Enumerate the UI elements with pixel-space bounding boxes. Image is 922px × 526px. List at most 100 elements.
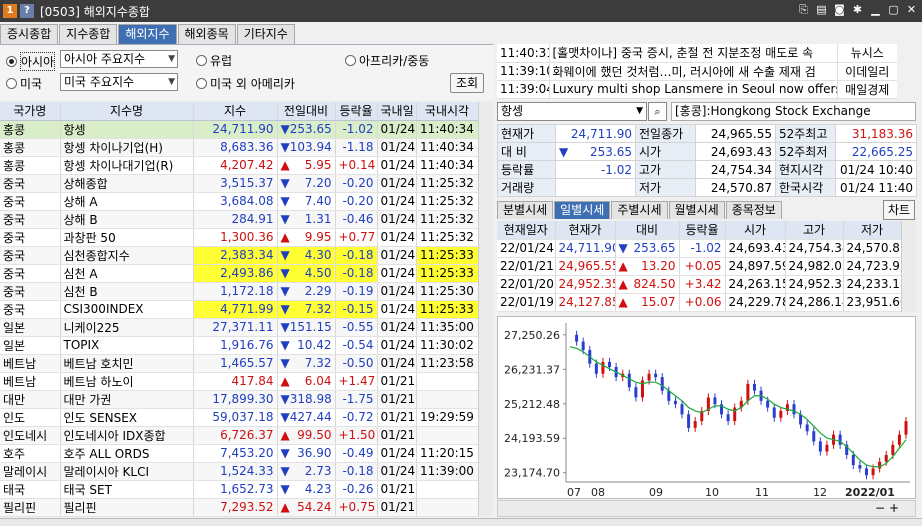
high-cell: 24,982.03 (785, 257, 844, 276)
column-header[interactable]: 대비 (615, 221, 680, 240)
settings-icon[interactable]: ✱ (851, 3, 864, 16)
zoom-in-icon[interactable]: + (889, 501, 899, 515)
column-header[interactable]: 현재가 (555, 221, 616, 240)
y-tick-label: 26,231.37 (504, 363, 560, 376)
camera-icon[interactable]: ◙ (833, 3, 846, 16)
change-value: 4.23 (304, 482, 332, 496)
table-row[interactable]: 인도 인도 SENSEX 59,037.18 ▼ 427.44 -0.72 01/21 19:… (0, 408, 479, 427)
column-header[interactable]: 전일대비 (277, 102, 336, 121)
zoom-out-icon[interactable]: − (875, 501, 885, 515)
table-row[interactable]: 대만 대만 가권 17,899.30 ▼ 318.98 -1.75 01/21 (0, 390, 479, 409)
date-cell: 01/24 (377, 120, 417, 139)
radio-us-other[interactable]: 미국 외 아메리카 (196, 75, 295, 92)
us-index-select[interactable]: 미국 주요지수 ▼ (60, 73, 178, 91)
table-row[interactable]: 홍콩 항셍 차이나대기업(R) 4,207.42 ▲ 5.95 +0.14 01/24 11:… (0, 156, 479, 175)
close-icon[interactable]: ✕ (905, 3, 918, 16)
table-row[interactable]: 22/01/21 24,965.55 ▲ 13.20 +0.05 24,897.59 24,… (497, 257, 902, 276)
quote-value: 31,183.36 (835, 124, 917, 143)
table-row[interactable]: 중국 상해종합 3,515.37 ▼ 7.20 -0.20 01/24 11:25:32 (0, 174, 479, 193)
table-row[interactable]: 일본 TOPIX 1,916.76 ▼ 10.42 -0.54 01/24 11:30:02 (0, 336, 479, 355)
column-header[interactable]: 시가 (725, 221, 786, 240)
help-icon[interactable]: ? (20, 4, 34, 18)
quote-value: 22,665.25 (835, 142, 917, 161)
table-row[interactable]: 인도네시 인도네시아 IDX종합 6,726.37 ▲ 99.50 +1.50 01/21 (0, 426, 479, 445)
table-row[interactable]: 22/01/19 24,127.85 ▲ 15.07 +0.06 24,229.78 24,… (497, 293, 902, 312)
tab-market-summary[interactable]: 증시종합 (0, 24, 59, 44)
tab-daily[interactable]: 일별시세 (554, 201, 611, 219)
index-name-cell: 인도 SENSEX (60, 408, 194, 427)
memo-icon[interactable]: ▤ (815, 3, 828, 16)
tab-overseas-index[interactable]: 해외지수 (118, 24, 177, 44)
column-header[interactable]: 등락율 (679, 221, 726, 240)
column-header[interactable]: 지수 (193, 102, 278, 121)
column-header[interactable]: 등락율 (335, 102, 378, 121)
column-header[interactable]: 국내시각 (416, 102, 479, 121)
asia-index-select[interactable]: 아시아 주요지수 ▼ (60, 50, 178, 68)
table-row[interactable]: 호주 호주 ALL ORDS 7,453.20 ▼ 36.90 -0.49 01/24 11:… (0, 444, 479, 463)
query-button[interactable]: 조회 (450, 73, 484, 93)
tab-minute[interactable]: 분별시세 (497, 201, 554, 219)
table-row[interactable]: 중국 심천 A 2,493.86 ▼ 4.50 -0.18 01/24 11:25:33 (0, 264, 479, 283)
table-row[interactable]: 말레이시 말레이시아 KLCI 1,524.33 ▼ 2.73 -0.18 01/24 11:… (0, 462, 479, 481)
symbol-search-input[interactable]: 항셍 ▼ (497, 102, 647, 121)
chevron-down-icon[interactable]: ▼ (636, 103, 643, 120)
arrow-down-icon: ▼ (280, 392, 290, 406)
index-name-cell: 항셍 차이나대기업(R) (60, 156, 194, 175)
table-row[interactable]: 홍콩 항셍 24,711.90 ▼ 253.65 -1.02 01/24 11:40:34 (0, 120, 479, 139)
table-row[interactable]: 22/01/24 24,711.90 ▼ 253.65 -1.02 24,693.43 24… (497, 239, 902, 258)
table-row[interactable]: 22/01/20 24,952.35 ▲ 824.50 +3.42 24,263.15 24… (497, 275, 902, 294)
news-source: 뉴시스 (836, 44, 897, 63)
radio-africa-mideast[interactable]: 아프리카/중동 (345, 52, 429, 69)
radio-asia-indicator[interactable] (6, 56, 17, 67)
news-item[interactable]: 11:39:04 Luxury multi shop Lansmere in Se… (497, 80, 897, 99)
news-item[interactable]: 11:39:10 화웨이에 했던 것처럼…미, 러시아에 새 수출 제재 검 이데일… (497, 62, 897, 81)
minimize-icon[interactable]: ▁ (869, 3, 882, 16)
tab-overseas-stock[interactable]: 해외종목 (177, 24, 236, 44)
table-row[interactable]: 베트남 베트남 하노이 417.84 ▲ 6.04 +1.47 01/21 (0, 372, 479, 391)
table-scrollbar[interactable] (478, 102, 493, 516)
news-title[interactable]: Luxury multi shop Lansmere in Seoul now … (549, 80, 837, 99)
column-header[interactable]: 저가 (843, 221, 902, 240)
news-title[interactable]: 화웨이에 했던 것처럼…미, 러시아에 새 수출 제재 검 (549, 62, 837, 81)
chart-button[interactable]: 차트 (883, 200, 915, 220)
table-row[interactable]: 중국 상해 A 3,684.08 ▼ 7.40 -0.20 01/24 11:25:32 (0, 192, 479, 211)
radio-us[interactable]: 미국 (6, 75, 42, 92)
search-icon[interactable]: ⌕ (648, 102, 667, 121)
table-row[interactable]: 중국 과창판 50 1,300.36 ▲ 9.95 +0.77 01/24 11:25:32 (0, 228, 479, 247)
price-chart[interactable]: 27,250.26 26,231.37 25,212.48 24,193.59 23,1… (497, 316, 916, 499)
table-row[interactable]: 태국 태국 SET 1,652.73 ▼ 4.23 -0.26 01/21 (0, 480, 479, 499)
date-cell: 01/24 (377, 138, 417, 157)
table-row[interactable]: 중국 상해 B 284.91 ▼ 1.31 -0.46 01/24 11:25:32 (0, 210, 479, 229)
y-tick-label: 24,193.59 (504, 432, 560, 445)
column-header[interactable]: 고가 (785, 221, 844, 240)
table-row[interactable]: 중국 심천종합지수 2,383.34 ▼ 4.30 -0.18 01/24 11:25:33 (0, 246, 479, 265)
column-header[interactable]: 지수명 (60, 102, 194, 121)
tab-monthly[interactable]: 월별시세 (668, 201, 725, 219)
maximize-icon[interactable]: ▢ (887, 3, 900, 16)
tab-weekly[interactable]: 주별시세 (611, 201, 668, 219)
chart-scrollbar[interactable]: − + (497, 500, 916, 517)
column-header[interactable]: 국내일 (377, 102, 417, 121)
country-cell: 대만 (0, 390, 61, 409)
table-row[interactable]: 중국 심천 B 1,172.18 ▼ 2.29 -0.19 01/24 11:25:30 (0, 282, 479, 301)
news-title[interactable]: [홀맷차이나] 중국 증시, 춘절 전 지분조정 매도로 속 (549, 44, 837, 63)
daily-scrollbar[interactable] (901, 221, 916, 312)
country-cell: 인도 (0, 408, 61, 427)
radio-asia[interactable]: 아시아 (6, 52, 56, 71)
column-header[interactable]: 국가명 (0, 102, 61, 121)
change-cell: ▼ 103.94 (277, 138, 336, 157)
table-row[interactable]: 중국 CSI300INDEX 4,771.99 ▼ 7.32 -0.15 01/24 11:2… (0, 300, 479, 319)
window-number-icon[interactable]: 1 (3, 4, 17, 18)
tab-other-index[interactable]: 기타지수 (236, 24, 295, 44)
link-icon[interactable]: ⎘ (797, 3, 810, 16)
news-item[interactable]: 11:40:31 [홀맷차이나] 중국 증시, 춘절 전 지분조정 매도로 속 뉴시… (497, 44, 897, 63)
table-row[interactable]: 베트남 베트남 호치민 1,465.57 ▼ 7.32 -0.50 01/24 11:23:5… (0, 354, 479, 373)
candle-body (838, 434, 842, 445)
column-header[interactable]: 현재일자 (497, 221, 556, 240)
table-row[interactable]: 홍콩 항셍 차이나기업(H) 8,683.36 ▼ 103.94 -1.18 01/24 11… (0, 138, 479, 157)
radio-europe[interactable]: 유럽 (196, 52, 232, 69)
table-row[interactable]: 필리핀 필리핀 7,293.52 ▲ 54.24 +0.75 01/21 (0, 498, 479, 517)
tab-stock-info[interactable]: 종목정보 (725, 201, 782, 219)
table-row[interactable]: 일본 니케이225 27,371.11 ▼ 151.15 -0.55 01/24 11:35:… (0, 318, 479, 337)
tab-index-summary[interactable]: 지수종합 (59, 24, 118, 44)
